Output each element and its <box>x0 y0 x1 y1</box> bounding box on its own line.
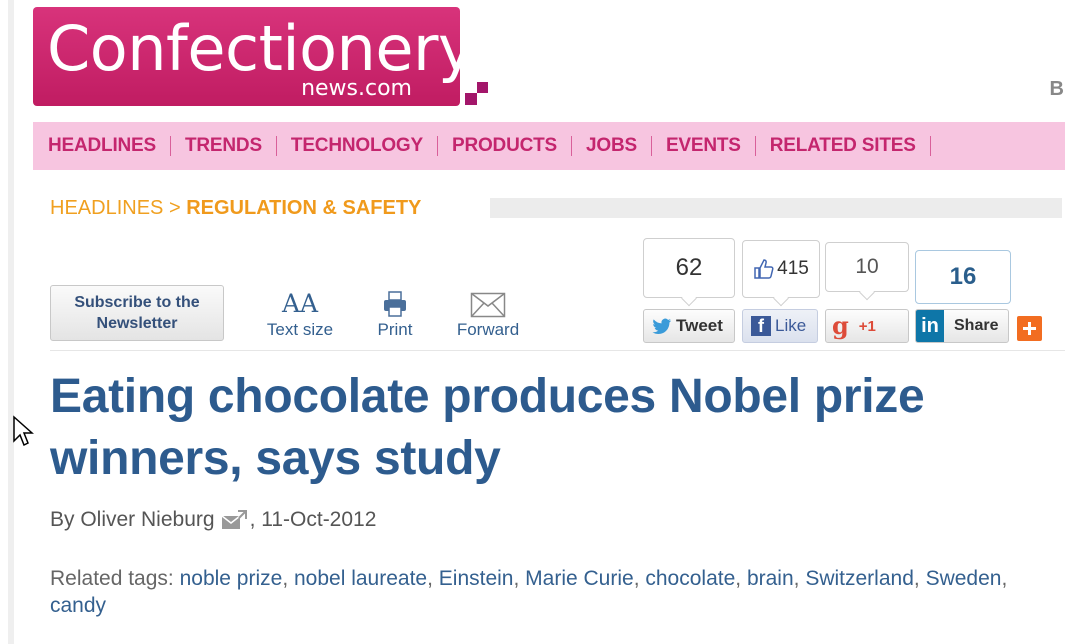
breadcrumb: HEADLINES > REGULATION & SAFETY <box>50 195 421 221</box>
print-label: Print <box>377 320 413 339</box>
thumbs-up-icon <box>754 259 774 279</box>
print-button[interactable]: Print <box>372 288 418 340</box>
logo-sub-text: news.com <box>301 76 412 101</box>
gplus-label: +1 <box>858 317 876 335</box>
page-left-border <box>8 0 14 644</box>
tag-link[interactable]: Switzerland <box>805 567 914 590</box>
breadcrumb-separator: > <box>168 197 181 219</box>
twitter-bird-icon <box>652 318 671 334</box>
envelope-icon <box>450 288 526 318</box>
subscribe-newsletter-button[interactable]: Subscribe to the Newsletter <box>50 285 224 341</box>
addthis-plus-icon[interactable] <box>1017 316 1042 341</box>
related-tags: Related tags: noble prize, nobel laureat… <box>50 567 1008 617</box>
nav-item-events[interactable]: EVENTS <box>652 136 756 156</box>
logo-square-decoration <box>465 93 477 105</box>
tweet-count: 62 <box>675 254 703 281</box>
breadcrumb-current[interactable]: REGULATION & SAFETY <box>186 197 421 219</box>
related-tags-label: Related tags: <box>50 567 174 590</box>
tweet-button[interactable]: Tweet <box>643 309 735 343</box>
tag-link[interactable]: Sweden <box>926 567 1002 590</box>
byline-author[interactable]: By Oliver Nieburg <box>50 506 215 534</box>
toolbar-divider <box>50 350 1065 351</box>
breadcrumb-parent-link[interactable]: HEADLINES <box>50 197 163 219</box>
nav-item-jobs[interactable]: JOBS <box>572 136 652 156</box>
tweet-label: Tweet <box>676 316 723 335</box>
header-clipped-text: B <box>1049 78 1064 100</box>
linkedin-share-label: Share <box>954 317 999 334</box>
text-size-icon: AA <box>281 289 319 318</box>
text-size-label: Text size <box>266 320 334 339</box>
tag-link[interactable]: noble prize <box>180 567 283 590</box>
nav-item-trends[interactable]: TRENDS <box>171 136 277 156</box>
tag-link[interactable]: Einstein <box>439 567 514 590</box>
nav-item-technology[interactable]: TECHNOLOGY <box>277 136 438 156</box>
tag-link[interactable]: Marie Curie <box>525 567 634 590</box>
text-size-button[interactable]: AA Text size <box>262 288 338 340</box>
logo-main-text: Confectionery <box>47 12 475 85</box>
linkedin-count: 16 <box>949 263 977 290</box>
google-plus-button[interactable]: g +1 <box>825 309 909 343</box>
nav-item-related-sites[interactable]: RELATED SITES <box>756 136 931 156</box>
subscribe-label-line2: Newsletter <box>96 315 178 332</box>
tag-link[interactable]: nobel laureate <box>294 567 427 590</box>
breadcrumb-bar <box>490 198 1062 218</box>
linkedin-count-box: 16 <box>915 250 1011 304</box>
google-plus-icon: g <box>832 311 849 340</box>
article-date: , 11-Oct-2012 <box>249 508 377 531</box>
nav-item-products[interactable]: PRODUCTS <box>438 136 572 156</box>
site-logo[interactable]: Confectionery news.com <box>33 7 475 106</box>
facebook-icon: f <box>751 316 771 336</box>
article-byline: By Oliver Nieburg , 11-Oct-2012 <box>50 506 376 534</box>
like-label: Like <box>775 316 807 335</box>
linkedin-share-button[interactable]: in Share <box>915 309 1009 343</box>
forward-button[interactable]: Forward <box>450 288 526 340</box>
facebook-like-button[interactable]: f Like <box>742 309 818 343</box>
logo-square-decoration <box>477 82 488 93</box>
tag-link[interactable]: brain <box>747 567 794 590</box>
forward-label: Forward <box>456 320 520 339</box>
printer-icon <box>372 288 418 318</box>
main-navigation: HEADLINES TRENDS TECHNOLOGY PRODUCTS JOB… <box>33 122 1065 170</box>
like-count-box: 415 <box>742 240 820 307</box>
gplus-count-box: 10 <box>825 242 909 301</box>
tag-link[interactable]: candy <box>50 594 106 617</box>
email-author-icon[interactable] <box>221 510 247 530</box>
subscribe-label-line1: Subscribe to the <box>74 294 200 311</box>
linkedin-icon: in <box>916 310 944 342</box>
tag-link[interactable]: chocolate <box>645 567 735 590</box>
mouse-cursor-icon <box>13 415 34 447</box>
tweet-count-box: 62 <box>643 238 735 307</box>
like-count: 415 <box>777 258 809 279</box>
article-title: Eating chocolate produces Nobel prize wi… <box>50 370 925 485</box>
nav-item-headlines[interactable]: HEADLINES <box>48 136 171 156</box>
